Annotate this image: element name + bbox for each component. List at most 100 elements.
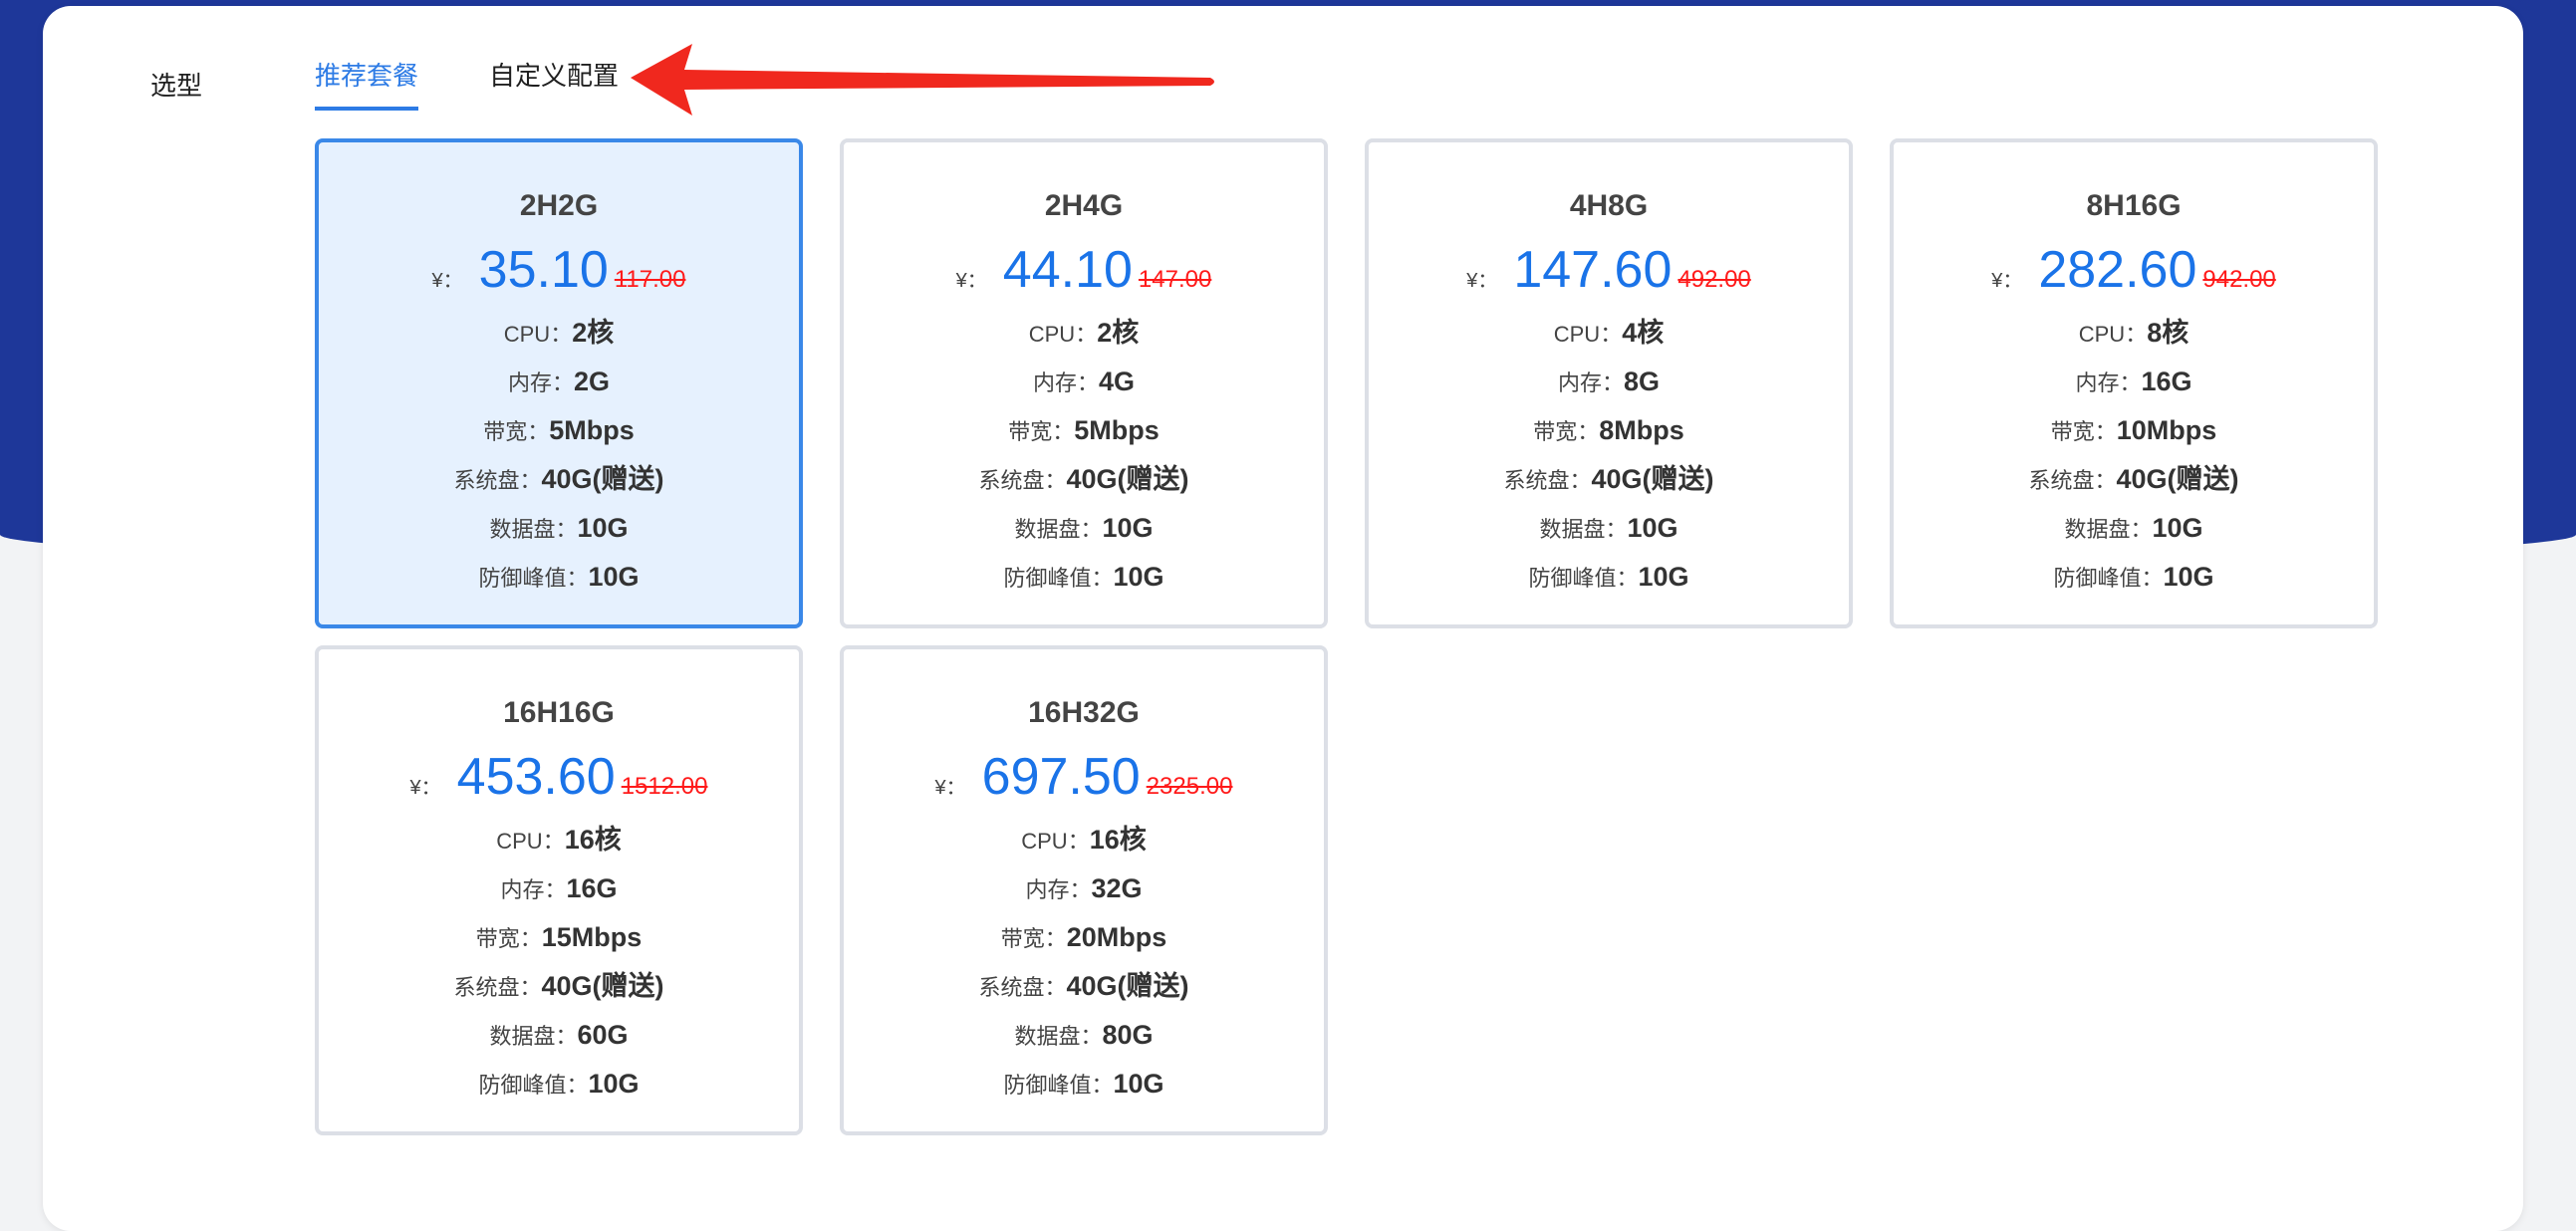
spec-label: 内存：: [1032, 370, 1099, 395]
spec-value: 10Mbps: [2116, 415, 2217, 445]
spec-label: 系统盘：: [453, 975, 542, 1000]
spec-value: 16核: [564, 825, 622, 855]
spec-bandwidth: 带宽：5Mbps: [319, 411, 799, 450]
plan-card[interactable]: 16H16G ¥： 453.60 1512.00 CPU：16核 内存：16G …: [315, 645, 803, 1135]
plan-name: 16H32G: [1028, 696, 1140, 729]
spec-bandwidth: 带宽：15Mbps: [319, 918, 799, 957]
spec-label: 内存：: [1557, 370, 1624, 395]
spec-label: 带宽：: [1533, 419, 1600, 444]
currency-symbol: ¥：: [409, 777, 441, 799]
spec-value: 40G(赠送): [1066, 971, 1189, 1001]
spec-value: 8G: [1623, 367, 1661, 396]
spec-data-disk: 数据盘：10G: [1894, 509, 2374, 548]
original-price: 147.00: [1138, 266, 1212, 293]
price-row: ¥： 44.10 147.00: [844, 240, 1324, 304]
plan-card[interactable]: 2H2G ¥： 35.10 117.00 CPU：2核 内存：2G 带宽：5Mb…: [315, 138, 803, 628]
spec-label: 系统盘：: [978, 468, 1067, 493]
spec-bandwidth: 带宽：10Mbps: [1894, 411, 2374, 450]
spec-memory: 内存：4G: [844, 363, 1324, 401]
spec-label: CPU：: [1021, 829, 1090, 854]
plan-card[interactable]: 2H4G ¥： 44.10 147.00 CPU：2核 内存：4G 带宽：5Mb…: [840, 138, 1328, 628]
spec-bandwidth: 带宽：5Mbps: [844, 411, 1324, 450]
spec-value: 10G: [1113, 1069, 1164, 1099]
spec-data-disk: 数据盘：80G: [844, 1016, 1324, 1055]
tab-custom-config[interactable]: 自定义配置: [489, 56, 619, 107]
plan-name: 2H2G: [519, 189, 599, 222]
spec-label: 带宽：: [1008, 419, 1075, 444]
spec-value: 2G: [573, 367, 611, 396]
spec-system-disk: 系统盘：40G(赠送): [1894, 460, 2374, 499]
spec-value: 32G: [1091, 873, 1143, 903]
spec-value: 4G: [1098, 367, 1136, 396]
spec-value: 10G: [1113, 562, 1164, 592]
spec-memory: 内存：16G: [1894, 363, 2374, 401]
spec-ddos: 防御峰值：10G: [844, 558, 1324, 597]
original-price: 492.00: [1677, 266, 1751, 293]
spec-value: 5Mbps: [549, 415, 635, 445]
spec-value: 2核: [1097, 318, 1140, 348]
spec-value: 2核: [572, 318, 615, 348]
spec-bandwidth: 带宽：8Mbps: [1369, 411, 1849, 450]
spec-label: 带宽：: [2050, 419, 2117, 444]
original-price: 942.00: [2202, 266, 2276, 293]
spec-ddos: 防御峰值：10G: [844, 1065, 1324, 1104]
plan-price: 35.10: [478, 241, 609, 299]
spec-ddos: 防御峰值：10G: [1369, 558, 1849, 597]
plan-price: 147.60: [1513, 241, 1673, 299]
original-price: 2325.00: [1146, 773, 1233, 800]
spec-label: 系统盘：: [453, 468, 542, 493]
spec-label: 防御峰值：: [1003, 566, 1114, 591]
spec-value: 80G: [1102, 1020, 1154, 1050]
spec-value: 60G: [577, 1020, 629, 1050]
spec-data-disk: 数据盘：10G: [1369, 509, 1849, 548]
spec-label: 系统盘：: [978, 975, 1067, 1000]
spec-value: 10G: [1102, 513, 1154, 543]
spec-cpu: CPU：8核: [1894, 314, 2374, 353]
currency-symbol: ¥：: [1991, 270, 2023, 292]
spec-label: 数据盘：: [1539, 517, 1628, 542]
spec-label: CPU：: [503, 322, 573, 347]
spec-value: 40G(赠送): [1591, 464, 1714, 494]
spec-system-disk: 系统盘：40G(赠送): [844, 460, 1324, 499]
spec-value: 15Mbps: [541, 922, 643, 952]
spec-value: 40G(赠送): [2116, 464, 2239, 494]
spec-label: 数据盘：: [489, 517, 578, 542]
spec-label: CPU：: [1553, 322, 1623, 347]
spec-label: 内存：: [1025, 877, 1092, 902]
spec-label: 防御峰值：: [2053, 566, 2164, 591]
spec-ddos: 防御峰值：10G: [319, 1065, 799, 1104]
spec-value: 16G: [2141, 367, 2192, 396]
plan-price: 44.10: [1002, 241, 1133, 299]
price-row: ¥： 697.50 2325.00: [844, 747, 1324, 811]
currency-symbol: ¥：: [955, 270, 987, 292]
plan-card[interactable]: 8H16G ¥： 282.60 942.00 CPU：8核 内存：16G 带宽：…: [1890, 138, 2378, 628]
spec-label: 带宽：: [483, 419, 550, 444]
price-row: ¥： 282.60 942.00: [1894, 240, 2374, 304]
spec-system-disk: 系统盘：40G(赠送): [319, 460, 799, 499]
price-row: ¥： 453.60 1512.00: [319, 747, 799, 811]
spec-memory: 内存：16G: [319, 869, 799, 908]
spec-label: 防御峰值：: [478, 566, 589, 591]
spec-value: 10G: [588, 1069, 640, 1099]
spec-memory: 内存：2G: [319, 363, 799, 401]
spec-system-disk: 系统盘：40G(赠送): [1369, 460, 1849, 499]
plan-card[interactable]: 4H8G ¥： 147.60 492.00 CPU：4核 内存：8G 带宽：8M…: [1365, 138, 1853, 628]
plan-card[interactable]: 16H32G ¥： 697.50 2325.00 CPU：16核 内存：32G …: [840, 645, 1328, 1135]
spec-value: 10G: [577, 513, 629, 543]
spec-value: 8核: [2147, 318, 2190, 348]
spec-cpu: CPU：4核: [1369, 314, 1849, 353]
spec-value: 20Mbps: [1066, 922, 1167, 952]
spec-label: CPU：: [2078, 322, 2148, 347]
spec-label: 防御峰值：: [1003, 1073, 1114, 1098]
spec-label: 系统盘：: [1503, 468, 1592, 493]
tab-recommended-plans[interactable]: 推荐套餐: [315, 56, 419, 111]
plan-price: 697.50: [981, 748, 1141, 806]
spec-label: 防御峰值：: [478, 1073, 589, 1098]
currency-symbol: ¥：: [934, 777, 966, 799]
original-price: 1512.00: [621, 773, 708, 800]
section-label: 选型: [150, 71, 203, 101]
spec-value: 16G: [566, 873, 618, 903]
plan-name: 8H16G: [2086, 189, 2182, 222]
spec-bandwidth: 带宽：20Mbps: [844, 918, 1324, 957]
price-row: ¥： 147.60 492.00: [1369, 240, 1849, 304]
